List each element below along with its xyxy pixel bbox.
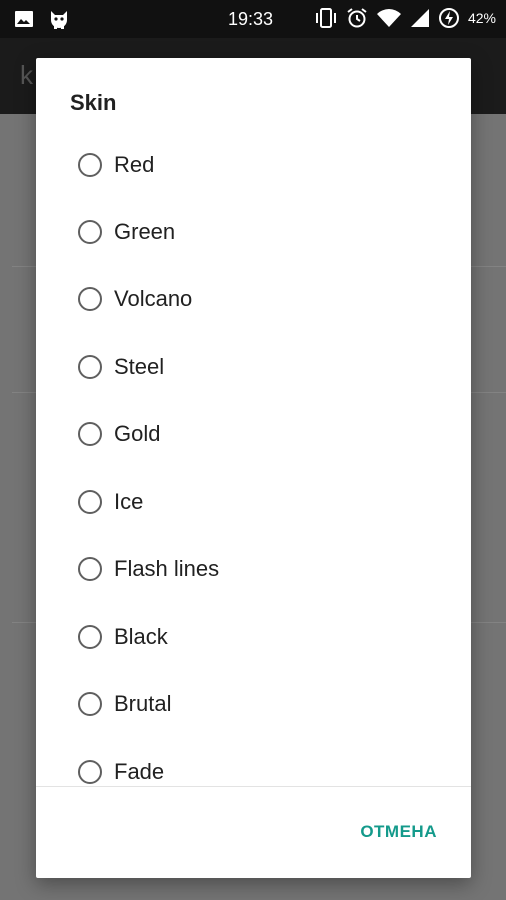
wifi-icon	[376, 8, 402, 28]
option-label: Ice	[114, 489, 144, 514]
status-bar: 19:33 42%	[0, 0, 506, 38]
battery-percent: 42%	[467, 10, 496, 26]
image-icon	[14, 9, 34, 29]
option-red[interactable]: Red	[36, 134, 471, 201]
signal-icon	[410, 8, 430, 28]
option-label: Flash lines	[114, 556, 220, 581]
radio-button[interactable]	[78, 625, 102, 649]
radio-button[interactable]	[78, 153, 102, 177]
option-volcano[interactable]: Volcano	[36, 268, 471, 335]
radio-button[interactable]	[78, 220, 102, 244]
radio-button[interactable]	[78, 760, 102, 784]
battery-charging-icon	[438, 7, 460, 29]
radio-button[interactable]	[78, 422, 102, 446]
option-label: Red	[114, 152, 155, 177]
option-green[interactable]: Green	[36, 201, 471, 268]
option-gold[interactable]: Gold	[36, 403, 471, 470]
option-label: Gold	[114, 421, 161, 446]
app-bar-title: k	[20, 60, 33, 90]
option-brutal[interactable]: Brutal	[36, 673, 471, 740]
vibrate-icon	[314, 7, 338, 29]
option-ice[interactable]: Ice	[36, 471, 471, 538]
option-steel[interactable]: Steel	[36, 336, 471, 403]
radio-button[interactable]	[78, 355, 102, 379]
skin-dialog: Skin Red Green Volcano Steel Gold Ice Fl	[36, 58, 471, 878]
option-label: Black	[114, 624, 168, 649]
option-flash-lines[interactable]: Flash lines	[36, 538, 471, 605]
dialog-divider	[36, 786, 471, 787]
option-label: Brutal	[114, 691, 172, 716]
option-fade[interactable]: Fade	[36, 741, 471, 786]
option-label: Fade	[114, 759, 165, 784]
dialog-title: Skin	[70, 90, 117, 115]
radio-button[interactable]	[78, 287, 102, 311]
cat-icon	[48, 8, 70, 30]
option-black[interactable]: Black	[36, 606, 471, 673]
options-list[interactable]: Red Green Volcano Steel Gold Ice Flash l…	[36, 134, 471, 786]
status-time: 19:33	[228, 9, 274, 29]
radio-button[interactable]	[78, 557, 102, 581]
cancel-button[interactable]: ОТМЕНА	[360, 822, 437, 842]
radio-button[interactable]	[78, 490, 102, 514]
option-label: Green	[114, 219, 176, 244]
option-label: Volcano	[114, 286, 193, 311]
alarm-icon	[346, 7, 368, 29]
radio-button[interactable]	[78, 692, 102, 716]
option-label: Steel	[114, 354, 165, 379]
